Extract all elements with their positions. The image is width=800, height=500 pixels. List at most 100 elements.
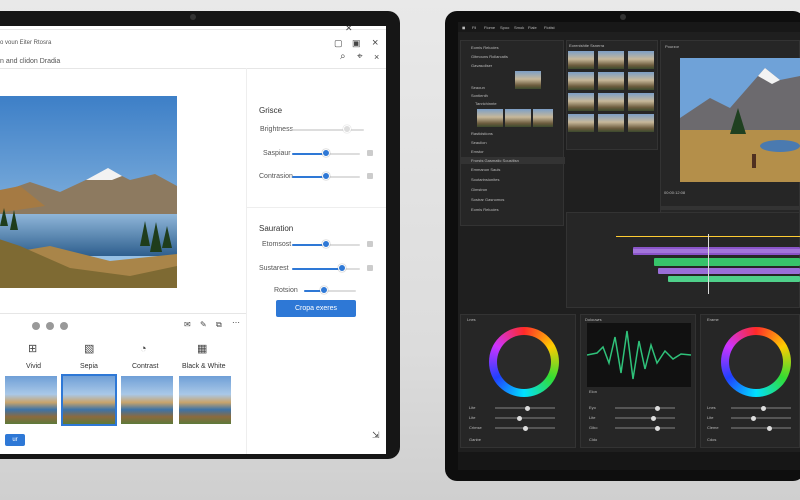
- contrasion-reset-icon[interactable]: [367, 173, 373, 179]
- minimize-icon[interactable]: ▢: [334, 38, 343, 48]
- slider-label-rotsion: Rotsion: [274, 287, 298, 294]
- sustarest-reset-icon[interactable]: [367, 265, 373, 271]
- media-thumb-11[interactable]: [598, 114, 624, 132]
- media-thumb-5[interactable]: [598, 72, 624, 90]
- etomsost-reset-icon[interactable]: [367, 241, 373, 247]
- track-clip-4[interactable]: [668, 276, 800, 282]
- carousel-dot-1[interactable]: [32, 322, 40, 330]
- brightness-slider-knob[interactable]: [343, 125, 351, 133]
- panel-close-icon[interactable]: ×: [374, 52, 379, 62]
- layer-3[interactable]: Seaoun: [471, 85, 485, 90]
- menu-item-5[interactable]: Fiale: [528, 25, 537, 30]
- media-thumb-6[interactable]: [628, 72, 654, 90]
- layer-7[interactable]: Seaulion: [471, 140, 487, 145]
- layer-2[interactable]: Gavasoliser: [471, 63, 492, 68]
- layer-thumb-1[interactable]: [515, 71, 541, 89]
- close-icon[interactable]: ×: [372, 38, 378, 49]
- cp3-row-2: Lite: [707, 415, 714, 420]
- cp1-row-4: Ganbe: [469, 437, 482, 442]
- layer-thumb-3[interactable]: [505, 109, 531, 127]
- edit-icon[interactable]: ✎: [200, 320, 207, 330]
- more-icon[interactable]: ⋯: [232, 318, 240, 328]
- cp1-slider-2[interactable]: [495, 415, 555, 421]
- search-icon[interactable]: ⌕: [340, 52, 346, 62]
- filter-thumb-sepia[interactable]: [121, 376, 173, 424]
- status-bar: [458, 452, 800, 470]
- saspiaur-reset-icon[interactable]: [367, 150, 373, 156]
- filter-thumb-contrast[interactable]: [179, 376, 231, 424]
- filter-thumb-original[interactable]: [5, 376, 57, 424]
- layer-10[interactable]: Emmanon Sauls: [471, 167, 500, 172]
- layer-13[interactable]: Sostrar Gasnomos: [471, 197, 504, 202]
- menu-item-6[interactable]: Fiotist: [544, 25, 555, 30]
- resize-icon[interactable]: ⇲: [372, 430, 380, 440]
- apply-button[interactable]: Cropa exeres: [276, 300, 356, 317]
- media-thumb-7[interactable]: [568, 93, 594, 111]
- contrast-icon[interactable]: ◔: [140, 344, 147, 355]
- layer-thumb-2[interactable]: [477, 109, 503, 127]
- layer-1[interactable]: Gitmouns Rollarcatis: [471, 54, 508, 59]
- color-panel-3: Erame Lnes Lite Cleme Cdos: [700, 314, 800, 448]
- image-icon[interactable]: ▧: [84, 344, 94, 355]
- menu-item-1[interactable]: Fil: [472, 25, 476, 30]
- layer-0[interactable]: Eomis Relucies: [471, 207, 499, 212]
- filter-thumb-vivid[interactable]: [61, 374, 117, 426]
- media-thumb-2[interactable]: [598, 51, 624, 69]
- etomsost-slider-knob[interactable]: [322, 240, 330, 248]
- cp3-slider-3[interactable]: [731, 425, 791, 431]
- cp2-slider-3[interactable]: [615, 425, 675, 431]
- menu-item-2[interactable]: Fiome: [484, 25, 495, 30]
- carousel-dot-2[interactable]: [46, 322, 54, 330]
- app-logo-icon[interactable]: ◼: [462, 25, 465, 30]
- color-wheel-1[interactable]: [489, 327, 559, 397]
- media-thumb-12[interactable]: [628, 114, 654, 132]
- layer-5[interactable]: Tanrichinnte: [475, 101, 497, 106]
- rotsion-slider-knob[interactable]: [320, 286, 328, 294]
- color-wheel-3[interactable]: [721, 327, 791, 397]
- saspiaur-slider-knob[interactable]: [322, 149, 330, 157]
- media-thumb-9[interactable]: [628, 93, 654, 111]
- cp3-slider-2[interactable]: [731, 415, 791, 421]
- mail-icon[interactable]: ✉: [184, 320, 191, 330]
- window-close-top-icon[interactable]: ✕: [345, 26, 353, 34]
- media-thumb-3[interactable]: [628, 51, 654, 69]
- media-thumb-10[interactable]: [568, 114, 594, 132]
- bw-icon[interactable]: ▦: [197, 344, 207, 355]
- filter-label-sepia: Sepia: [80, 363, 98, 370]
- track-clip-2[interactable]: [654, 258, 800, 266]
- copy-icon[interactable]: ⧉: [216, 320, 222, 330]
- cp3-slider-1[interactable]: [731, 405, 791, 411]
- rotsion-slider[interactable]: [304, 290, 356, 292]
- layer-12[interactable]: Gimstron: [471, 187, 487, 192]
- playhead[interactable]: [708, 234, 709, 294]
- layer-6[interactable]: Rastidstions: [471, 131, 493, 136]
- slider-label-sustarest: Sustarest: [259, 265, 289, 272]
- toolbar-divider: [0, 68, 386, 69]
- media-thumb-4[interactable]: [568, 72, 594, 90]
- layer-11[interactable]: Sootarinsionites: [471, 177, 499, 182]
- carousel-dot-3[interactable]: [60, 322, 68, 330]
- restore-icon[interactable]: ▣: [352, 38, 361, 48]
- small-action-button[interactable]: ur: [5, 434, 25, 446]
- media-thumb-8[interactable]: [598, 93, 624, 111]
- sustarest-slider-knob[interactable]: [338, 264, 346, 272]
- brightness-slider[interactable]: [292, 129, 364, 131]
- contrasion-slider-knob[interactable]: [322, 172, 330, 180]
- cp2-slider-2[interactable]: [615, 415, 675, 421]
- menu-item-4[interactable]: Smok: [514, 25, 524, 30]
- layer-thumb-4[interactable]: [533, 109, 553, 127]
- layer-9[interactable]: Frorsts Gasmatic Sousitisn: [471, 158, 519, 163]
- cp1-slider-3[interactable]: [495, 425, 555, 431]
- layer-8[interactable]: Emstor: [471, 149, 484, 154]
- grid-icon[interactable]: ⊞: [28, 344, 37, 355]
- cp1-slider-1[interactable]: [495, 405, 555, 411]
- zoom-icon[interactable]: ⌖: [357, 52, 363, 62]
- cp3-row-3: Cleme: [707, 425, 719, 430]
- layer-4[interactable]: Sontienth: [471, 93, 488, 98]
- preview-scrubber[interactable]: [660, 206, 800, 210]
- cp2-slider-1[interactable]: [615, 405, 675, 411]
- media-thumb-1[interactable]: [568, 51, 594, 69]
- sustarest-slider[interactable]: [292, 268, 360, 270]
- menu-item-3[interactable]: Spoo: [500, 25, 509, 30]
- track-clip-3[interactable]: [658, 268, 800, 274]
